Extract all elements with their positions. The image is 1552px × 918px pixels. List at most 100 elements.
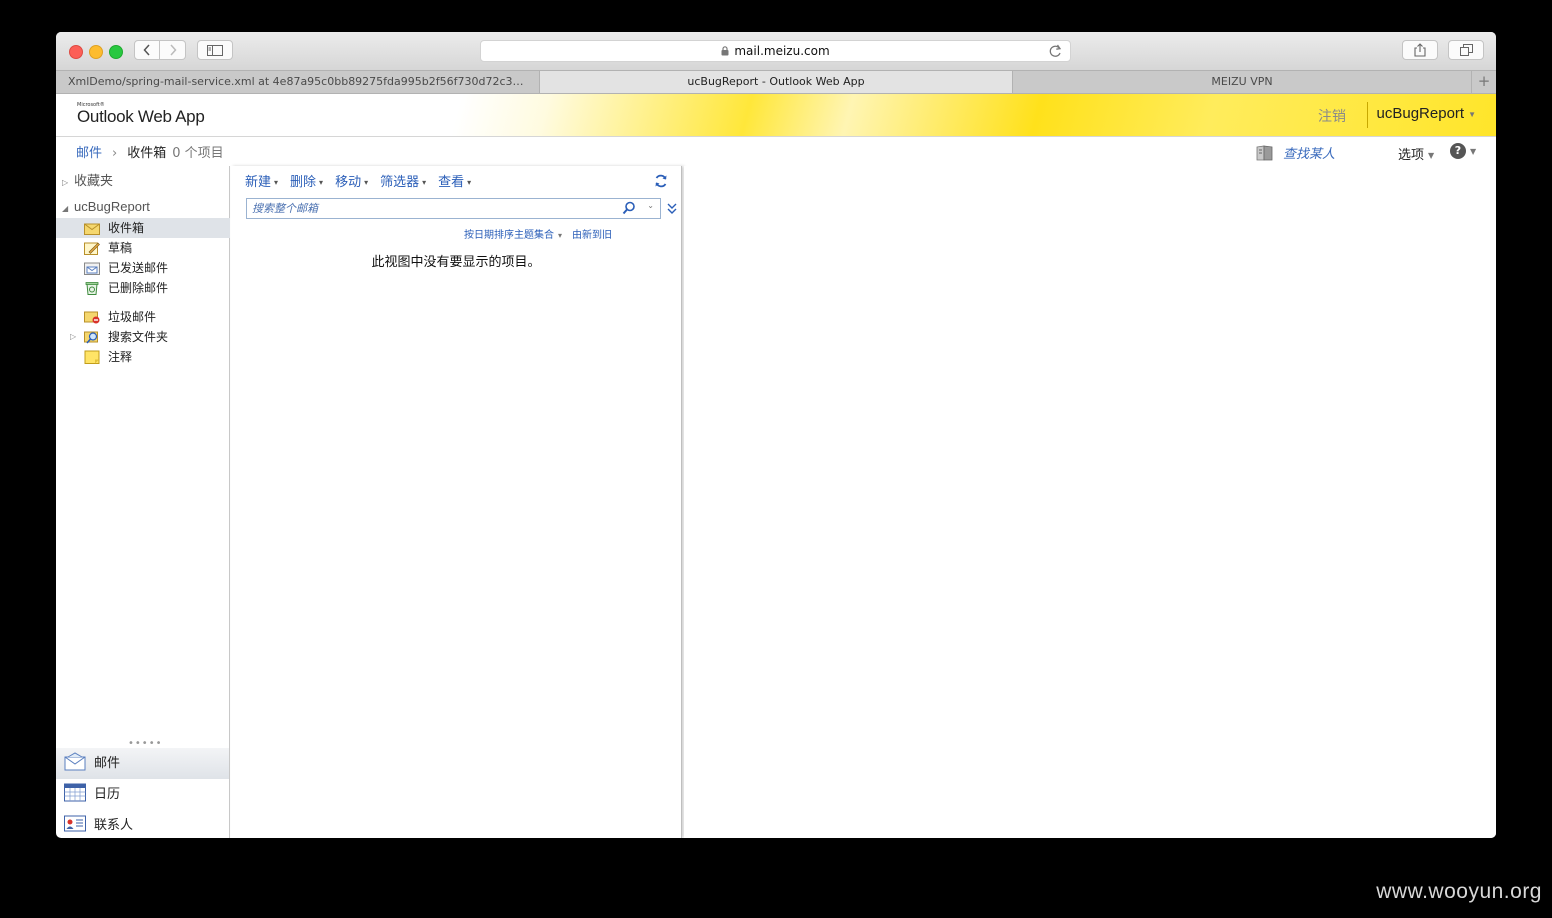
folder-notes[interactable]: 注释 [56,347,230,367]
find-someone[interactable]: 查找某人 [1256,143,1335,162]
folder-inbox[interactable]: 收件箱 [56,218,230,238]
filter-button[interactable]: 筛选器 ▾ [380,171,426,190]
back-button[interactable] [134,40,160,60]
folder-search[interactable]: ▷ 搜索文件夹 [56,327,230,347]
new-button[interactable]: 新建 ▾ [245,171,278,190]
expand-right-icon[interactable]: ▷ [70,327,76,347]
move-label: 移动 [335,175,362,190]
tab-owa[interactable]: ucBugReport - Outlook Web App [540,71,1013,93]
delete-button[interactable]: 删除 ▾ [290,171,323,190]
browser-window: mail.meizu.com XmlDemo/spring-mail-servi… [56,32,1496,838]
expand-right-icon: ▷ [62,178,69,187]
watermark: www.wooyun.org [1376,880,1542,903]
tabs-overview-button[interactable] [1448,40,1484,60]
sidebar-toggle-button[interactable] [197,40,233,60]
breadcrumb: 邮件 › 收件箱 0 个项目 [76,142,224,161]
move-button[interactable]: 移动 ▾ [335,171,368,190]
chevron-left-icon [143,44,150,56]
owa-brand: Outlook Web App [77,107,205,126]
deleted-icon [85,282,99,295]
new-tab-button[interactable]: + [1472,71,1496,93]
junk-icon [84,311,100,324]
folder-label: 收件箱 [108,221,145,235]
browser-toolbar: mail.meizu.com [56,32,1496,70]
folder-sent[interactable]: 已发送邮件 [56,258,230,278]
double-chevron-down-icon[interactable] [667,203,677,214]
search-input[interactable] [247,199,617,218]
find-someone-label: 查找某人 [1283,147,1336,162]
share-button[interactable] [1402,40,1438,60]
inbox-icon [84,223,100,235]
folder-label: 草稿 [108,241,133,255]
owa-logo: Microsoft® Outlook Web App [77,102,205,126]
item-count: 0 个项目 [172,146,224,161]
folder-drafts[interactable]: 草稿 [56,238,230,258]
collapse-down-icon: ◢ [62,204,69,213]
chevron-down-icon: ▾ [422,178,427,187]
share-icon [1414,43,1426,57]
module-label: 联系人 [94,818,134,833]
chevron-right-icon: › [112,146,118,161]
folder-deleted[interactable]: 已删除邮件 [56,278,230,298]
module-calendar[interactable]: 日历 [56,779,229,810]
address-bar[interactable]: mail.meizu.com [480,40,1071,62]
sidebar-icon [207,44,223,56]
user-name: ucBugReport [1376,105,1465,122]
new-label: 新建 [245,175,272,190]
module-mail[interactable]: 邮件 [56,748,229,779]
options-menu[interactable]: 选项 ▼ [1398,144,1434,163]
close-window-button[interactable] [69,45,83,59]
owa-header: Microsoft® Outlook Web App 注销 ucBugRepor… [56,94,1496,137]
logout-link[interactable]: 注销 [1318,106,1346,126]
tab-meizu-vpn[interactable]: MEIZU VPN [1013,71,1472,93]
folder-label: 已发送邮件 [108,261,169,275]
chevron-down-icon: ▼ [1428,151,1435,160]
tab-bar: XmlDemo/spring-mail-service.xml at 4e87a… [56,70,1496,94]
refresh-icon[interactable] [654,174,668,188]
tabs-icon [1459,44,1473,56]
calendar-icon [64,783,86,802]
address-book-icon [1256,145,1273,160]
chevron-right-icon [169,44,177,56]
sort-bar: 按日期排序主题集合 ▾ 由新到旧 [464,226,612,241]
contacts-icon [64,815,86,832]
forward-button[interactable] [160,40,186,60]
chevron-down-icon[interactable]: ⌄ [647,201,654,210]
options-label: 选项 [1398,148,1425,163]
user-menu[interactable]: ucBugReport ▼ [1377,105,1476,122]
list-toolbar: 新建 ▾ 删除 ▾ 移动 ▾ 筛选器 ▾ 查看 ▾ [245,171,483,190]
help-menu[interactable]: ? ▼ [1450,143,1476,159]
drafts-icon [84,242,100,255]
maximize-window-button[interactable] [109,45,123,59]
mailbox-root[interactable]: ◢ ucBugReport [62,199,150,214]
sort-by-menu[interactable]: 按日期排序主题集合 [464,230,554,241]
reload-icon[interactable] [1049,44,1062,58]
favorites-node[interactable]: ▷ 收藏夹 [62,170,113,189]
delete-label: 删除 [290,175,317,190]
sort-order-toggle[interactable]: 由新到旧 [572,230,612,241]
breadcrumb-mail[interactable]: 邮件 [76,146,102,161]
notes-icon [84,350,100,364]
search-icon[interactable] [622,201,636,215]
favorites-label: 收藏夹 [74,174,114,189]
folder-list: 收件箱 草稿 已发送邮件 已删除邮件 垃圾邮件 ▷ 搜索文件夹 注释 [56,218,230,367]
search-box: ⌄ [246,198,661,219]
view-label: 查看 [438,175,465,190]
folder-junk[interactable]: 垃圾邮件 [56,307,230,327]
message-list-pane: 新建▾ 删除▾ 移动▾ 筛选器▾ 查看▾ ⌄ 按日期排序主题集合▾由新到旧 此视… [231,166,682,838]
module-contacts[interactable]: 联系人 [56,810,229,838]
tab-xmldemo[interactable]: XmlDemo/spring-mail-service.xml at 4e87a… [56,71,540,93]
folder-label: 已删除邮件 [108,281,169,295]
chevron-down-icon: ▾ [274,178,279,187]
module-switcher: 邮件 日历 联系人 任务 [56,748,229,838]
sent-icon [84,262,100,275]
filter-label: 筛选器 [380,175,420,190]
chevron-down-icon: ▾ [467,178,472,187]
chevron-down-icon: ▾ [558,230,563,240]
minimize-window-button[interactable] [89,45,103,59]
view-button[interactable]: 查看 ▾ [438,171,471,190]
search-folder-icon [84,331,98,344]
folder-label: 注释 [108,350,133,364]
folder-label: 垃圾邮件 [108,310,157,324]
navigation-pane: ▷ 收藏夹 ◢ ucBugReport 收件箱 草稿 已发送邮件 已删除邮件 垃圾邮… [56,166,230,838]
